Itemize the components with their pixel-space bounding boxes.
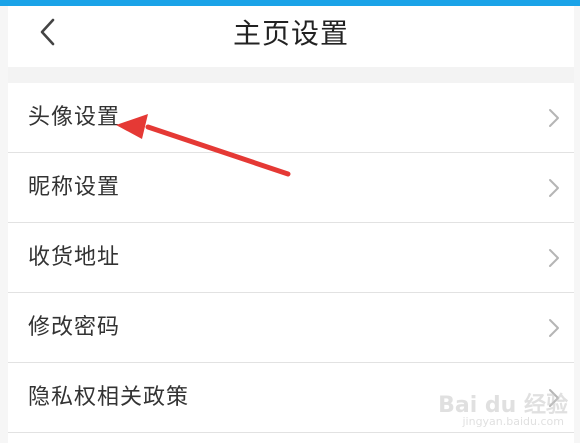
baidu-jingyan-watermark: Bai du 经验 jingyan.baidu.com xyxy=(438,385,568,433)
list-item-label: 头像设置 xyxy=(28,105,121,130)
list-item-label: 修改密码 xyxy=(28,315,121,340)
watermark-url: jingyan.baidu.com xyxy=(462,415,564,428)
nav-header: 主页设置 xyxy=(8,6,574,67)
section-gap xyxy=(8,67,574,83)
list-item-nickname-settings[interactable]: 昵称设置 xyxy=(8,153,574,223)
right-margin xyxy=(574,6,580,443)
page-title: 主页设置 xyxy=(232,17,349,50)
list-item-change-password[interactable]: 修改密码 xyxy=(8,293,574,363)
chevron-right-icon xyxy=(549,109,559,127)
list-item-label: 隐私权相关政策 xyxy=(28,385,190,410)
chevron-right-icon xyxy=(549,179,559,197)
list-item-label: 收货地址 xyxy=(28,245,121,270)
list-item-label: 昵称设置 xyxy=(28,175,121,200)
chevron-right-icon xyxy=(549,319,559,337)
list-item-avatar-settings[interactable]: 头像设置 xyxy=(8,83,574,153)
app-screen: 主页设置 头像设置 昵称设置 收货地址 修改密码 隐私权相关政策 Bai du … xyxy=(0,0,580,443)
left-margin xyxy=(0,6,8,443)
list-item-shipping-address[interactable]: 收货地址 xyxy=(8,223,574,293)
settings-list: 头像设置 昵称设置 收货地址 修改密码 隐私权相关政策 xyxy=(8,83,574,433)
chevron-right-icon xyxy=(549,249,559,267)
